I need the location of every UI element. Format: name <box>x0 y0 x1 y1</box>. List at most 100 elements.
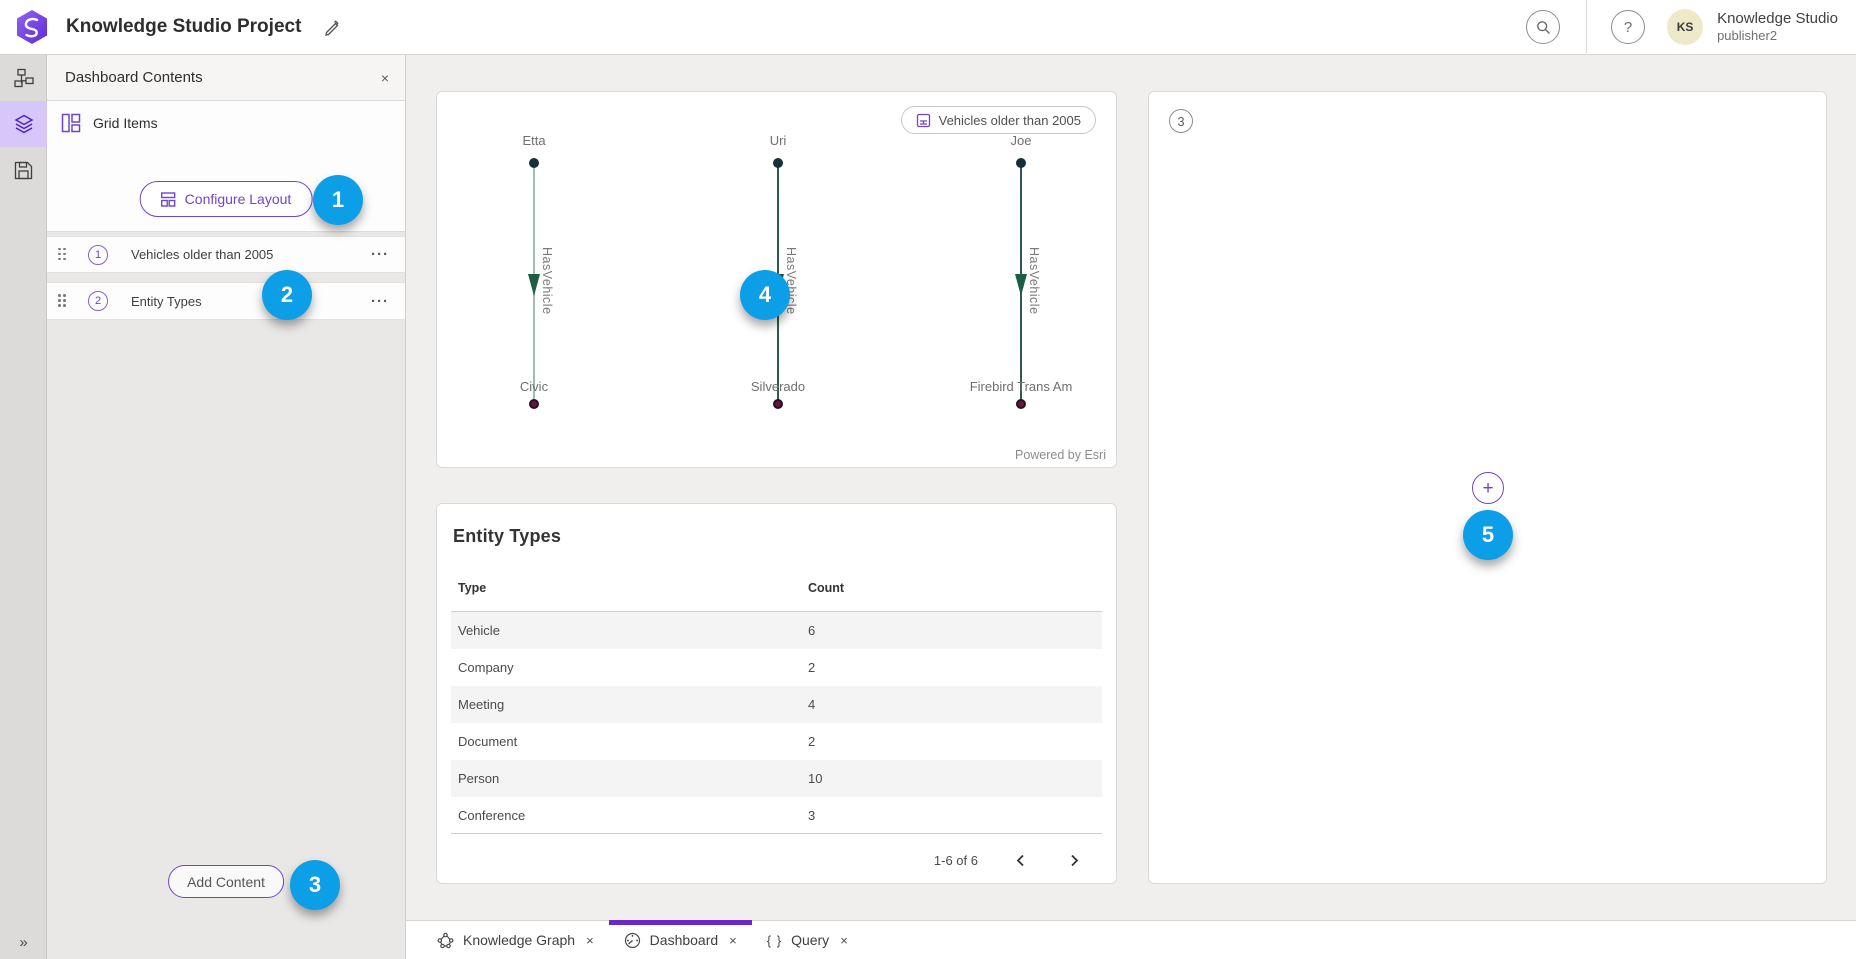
dashboard-contents-icon[interactable] <box>0 101 47 147</box>
close-tab-icon[interactable]: × <box>729 933 737 948</box>
item-options-icon[interactable]: ··· <box>371 293 389 310</box>
page-title: Knowledge Studio Project <box>66 16 301 38</box>
node-label: Silverado <box>708 379 848 394</box>
table-row[interactable]: Vehicle 6 <box>451 612 1102 649</box>
node-label: Civic <box>464 379 604 394</box>
close-tab-icon[interactable]: × <box>586 933 594 948</box>
help-icon[interactable]: ? <box>1611 10 1645 44</box>
widget-title: Entity Types <box>437 504 1116 547</box>
esri-attribution: Powered by Esri <box>1015 448 1106 462</box>
vehicle-node[interactable] <box>529 399 539 409</box>
previous-page-icon[interactable] <box>1008 848 1032 872</box>
tab-dashboard[interactable]: Dashboard × <box>609 921 752 959</box>
close-tab-icon[interactable]: × <box>840 933 848 948</box>
query-braces-icon: { } <box>767 933 782 948</box>
vehicle-node[interactable] <box>773 399 783 409</box>
cell-count: 6 <box>808 623 815 638</box>
grid-items-label: Grid Items <box>93 115 158 131</box>
graph-edge-joe-firebird[interactable]: Joe HasVehicle Firebird Trans Am <box>951 92 1091 467</box>
data-model-icon[interactable] <box>0 55 47 101</box>
table-row[interactable]: Document 2 <box>451 723 1102 760</box>
table-row[interactable]: Meeting 4 <box>451 686 1102 723</box>
item-options-icon[interactable]: ··· <box>371 246 389 263</box>
item-label: Vehicles older than 2005 <box>131 247 273 262</box>
item-label: Entity Types <box>131 294 202 309</box>
callout-badge-1: 1 <box>313 175 363 225</box>
drag-handle-icon[interactable] <box>58 248 67 262</box>
table-row[interactable]: Company 2 <box>451 649 1102 686</box>
collapse-panel-button[interactable]: » <box>0 934 47 951</box>
close-panel-icon[interactable]: × <box>381 70 389 86</box>
callout-badge-2: 2 <box>262 270 312 320</box>
item-number-badge: 1 <box>88 245 108 265</box>
person-node[interactable] <box>773 158 783 168</box>
slot-number-badge: 3 <box>1169 109 1193 133</box>
tab-label: Query <box>791 932 829 948</box>
node-label: Joe <box>951 133 1091 148</box>
grid-item-row-entity-types[interactable]: 2 Entity Types ··· <box>47 282 405 320</box>
column-header-count: Count <box>808 581 844 595</box>
panel-title: Dashboard Contents <box>65 69 203 86</box>
avatar[interactable]: KS <box>1667 9 1703 45</box>
edit-title-icon[interactable] <box>323 18 341 36</box>
cell-type: Document <box>451 734 808 749</box>
tab-knowledge-graph[interactable]: Knowledge Graph × <box>422 921 609 959</box>
grid-item-row-vehicles[interactable]: 1 Vehicles older than 2005 ··· <box>47 236 405 273</box>
next-page-icon[interactable] <box>1062 848 1086 872</box>
item-number-badge: 2 <box>88 291 108 311</box>
callout-badge-4: 4 <box>740 270 790 320</box>
cell-type: Company <box>451 660 808 675</box>
table-pagination: 1-6 of 6 <box>437 848 1086 872</box>
add-content-button[interactable]: Add Content <box>168 865 284 898</box>
save-icon[interactable] <box>0 147 47 193</box>
edge-arrow-icon <box>528 274 540 296</box>
search-icon[interactable] <box>1526 10 1560 44</box>
tab-label: Knowledge Graph <box>463 932 575 948</box>
graph-edge-etta-civic[interactable]: Etta HasVehicle Civic <box>464 92 604 467</box>
edge-label: HasVehicle <box>540 247 554 315</box>
person-node[interactable] <box>1016 158 1026 168</box>
cell-count: 3 <box>808 808 815 823</box>
cell-count: 10 <box>808 771 822 786</box>
add-widget-button[interactable]: + <box>1472 472 1504 504</box>
cell-type: Conference <box>451 808 808 823</box>
table-row[interactable]: Person 10 <box>451 760 1102 797</box>
dashboard-canvas: Vehicles older than 2005 Etta HasVehicle… <box>406 55 1856 920</box>
node-label: Firebird Trans Am <box>951 379 1091 394</box>
topbar-divider <box>1586 0 1587 55</box>
cell-count: 2 <box>808 734 815 749</box>
empty-grid-slot: 3 + <box>1148 91 1827 884</box>
cell-type: Person <box>451 771 808 786</box>
user-name: Knowledge Studio <box>1717 10 1838 29</box>
left-icon-strip: » <box>0 55 47 959</box>
dashboard-icon <box>624 932 641 949</box>
table-row[interactable]: Conference 3 <box>451 797 1102 834</box>
knowledge-graph-icon <box>437 932 454 949</box>
page-range: 1-6 of 6 <box>934 853 978 868</box>
user-role: publisher2 <box>1717 28 1838 44</box>
cell-count: 2 <box>808 660 815 675</box>
callout-badge-5: 5 <box>1463 510 1513 560</box>
drag-handle-icon[interactable] <box>58 294 67 308</box>
edge-arrow-icon <box>1015 274 1027 296</box>
tab-label: Dashboard <box>650 932 719 948</box>
vehicle-node[interactable] <box>1016 399 1026 409</box>
tab-query[interactable]: { } Query × <box>752 921 863 959</box>
node-label: Etta <box>464 133 604 148</box>
cell-type: Vehicle <box>451 623 808 638</box>
person-node[interactable] <box>529 158 539 168</box>
user-block[interactable]: Knowledge Studio publisher2 <box>1717 10 1838 45</box>
top-bar: Knowledge Studio Project ? KS Knowledge … <box>0 0 1856 55</box>
edge-label: HasVehicle <box>1027 247 1041 315</box>
entity-types-widget: Entity Types Type Count Vehicle 6 Compan… <box>436 503 1117 884</box>
cell-count: 4 <box>808 697 815 712</box>
node-label: Uri <box>708 133 848 148</box>
app-logo-icon <box>12 7 52 47</box>
grid-items-icon <box>61 113 81 133</box>
configure-layout-label: Configure Layout <box>185 191 292 207</box>
callout-badge-3: 3 <box>290 860 340 910</box>
configure-layout-button[interactable]: Configure Layout <box>140 181 313 217</box>
panel-header: Dashboard Contents × <box>47 55 405 101</box>
view-tab-bar: Knowledge Graph × Dashboard × { } Query … <box>406 920 1856 959</box>
grid-items-header: Grid Items <box>47 101 405 145</box>
